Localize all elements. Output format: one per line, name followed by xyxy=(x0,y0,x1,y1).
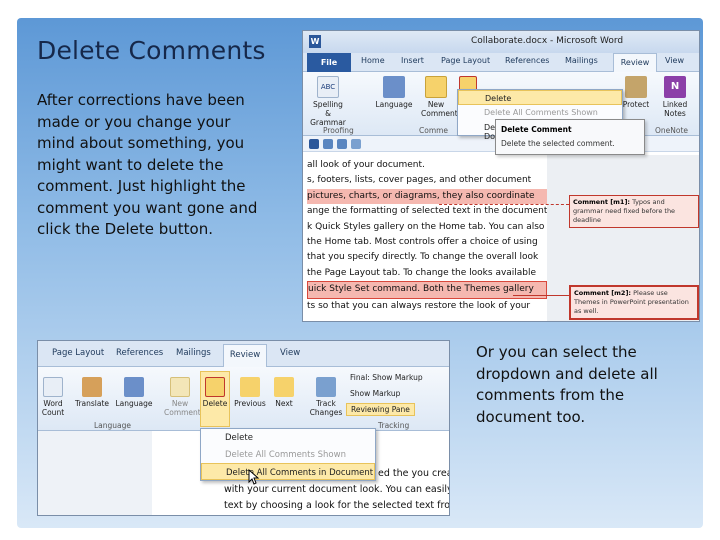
ribbon-review-2: Word Count Translate Language New Commen… xyxy=(38,367,449,431)
doc-line: ed the you create xyxy=(378,468,449,479)
previous-comment-button[interactable]: Previous xyxy=(232,377,268,408)
group-language: Language xyxy=(94,421,132,430)
document-body: all look of your document. s, footers, l… xyxy=(303,155,548,321)
tab-review[interactable]: Review xyxy=(223,344,267,368)
tab-home[interactable]: Home xyxy=(361,56,385,65)
slide-title: Delete Comments xyxy=(37,36,266,65)
ribbon-tabs-2: Page Layout References Mailings Review V… xyxy=(38,341,449,368)
group-comments: Comme xyxy=(419,126,449,135)
word-screenshot-delete-comment: W Collaborate.docx - Microsoft Word File… xyxy=(302,30,700,322)
redo-icon[interactable] xyxy=(337,139,347,149)
onenote-icon: N xyxy=(664,76,686,98)
menu-item-delete[interactable]: Delete xyxy=(458,90,622,105)
spelling-grammar-button[interactable]: ABC Spelling & Grammar xyxy=(309,76,347,127)
language-button[interactable]: Language xyxy=(373,76,415,109)
tab-page-layout[interactable]: Page Layout xyxy=(52,348,104,358)
doc-line: that you specify directly. To change the… xyxy=(307,252,539,263)
protect-button[interactable]: Protect xyxy=(619,76,653,109)
tab-references[interactable]: References xyxy=(505,56,549,65)
document-left-margin xyxy=(38,431,152,515)
tab-view[interactable]: View xyxy=(665,56,684,65)
comment-bubble-1[interactable]: Comment [m1]: Typos and grammar need fix… xyxy=(569,195,699,228)
undo-icon[interactable] xyxy=(323,139,333,149)
menu-item-delete-all-shown[interactable]: Delete All Comments Shown xyxy=(458,105,622,120)
new-comment-icon xyxy=(425,76,447,98)
next-comment-button[interactable]: Next xyxy=(270,377,298,408)
menu-item-delete[interactable]: Delete xyxy=(201,429,375,446)
display-for-review-select[interactable]: Final: Show Markup xyxy=(350,373,423,382)
doc-line: text by choosing a look for the selected… xyxy=(224,500,450,511)
next-icon xyxy=(274,377,294,397)
tab-page-layout[interactable]: Page Layout xyxy=(441,56,490,65)
doc-line: s, footers, lists, cover pages, and othe… xyxy=(307,175,532,186)
slide-body-text-2: Or you can select the dropdown and delet… xyxy=(476,343,658,426)
doc-line-commented: pictures, charts, or diagrams, they also… xyxy=(307,188,547,205)
group-onenote: OneNote xyxy=(655,126,689,135)
language-icon xyxy=(124,377,144,397)
word-count-icon xyxy=(43,377,63,397)
linked-notes-button[interactable]: N Linked Notes xyxy=(655,76,695,118)
tab-view[interactable]: View xyxy=(280,348,300,358)
doc-line: the Home tab. Most controls offer a choi… xyxy=(307,237,538,248)
word-icon xyxy=(309,139,319,149)
doc-line: k Quick Styles gallery on the Home tab. … xyxy=(307,221,545,232)
ribbon-tabs: File Home Insert Page Layout References … xyxy=(303,53,699,73)
print-icon[interactable] xyxy=(351,139,361,149)
new-comment-button[interactable]: New Comment xyxy=(164,377,201,417)
track-changes-button[interactable]: Track Changes xyxy=(308,377,344,417)
track-changes-icon xyxy=(316,377,336,397)
language-icon xyxy=(383,76,405,98)
translate-icon xyxy=(82,377,102,397)
tab-mailings[interactable]: Mailings xyxy=(176,348,211,358)
group-proofing: Proofing xyxy=(323,126,354,135)
reviewing-pane-button[interactable]: Reviewing Pane xyxy=(346,403,415,416)
show-markup-menu[interactable]: Show Markup xyxy=(350,389,400,398)
delete-dropdown-menu-2: Delete Delete All Comments Shown Delete … xyxy=(200,428,376,481)
doc-line-commented-selected: uick Style Set command. Both the Themes … xyxy=(307,281,547,299)
delete-comment-tooltip: Delete Comment Delete the selected comme… xyxy=(495,119,645,155)
lock-icon xyxy=(625,76,647,98)
mouse-cursor-icon xyxy=(248,469,260,485)
word-screenshot-delete-all: Page Layout References Mailings Review V… xyxy=(37,340,450,516)
comment-connector-selected xyxy=(513,295,569,296)
new-comment-icon xyxy=(170,377,190,397)
abc-check-icon: ABC xyxy=(317,76,339,98)
window-titlebar: W Collaborate.docx - Microsoft Word xyxy=(303,31,699,53)
slide-body-text: After corrections have been made or you … xyxy=(37,91,258,238)
doc-line: the Page Layout tab. To change the looks… xyxy=(307,267,537,278)
tab-insert[interactable]: Insert xyxy=(401,56,424,65)
comment-bubble-2[interactable]: Comment [m2]: Please use Themes in Power… xyxy=(569,285,699,320)
doc-line: ange the formatting of selected text in … xyxy=(307,206,548,217)
doc-line: ts so that you can always restore the lo… xyxy=(307,300,531,311)
group-tracking: Tracking xyxy=(378,421,410,430)
tab-file[interactable]: File xyxy=(307,53,351,72)
tab-mailings[interactable]: Mailings xyxy=(565,56,598,65)
doc-line: with your current document look. You can… xyxy=(224,484,450,495)
language-button[interactable]: Language xyxy=(114,377,154,408)
delete-button[interactable]: Delete xyxy=(200,371,230,427)
word-app-icon: W xyxy=(309,35,321,48)
window-title: Collaborate.docx - Microsoft Word xyxy=(471,36,624,46)
comment-connector xyxy=(439,204,569,205)
tab-review[interactable]: Review xyxy=(613,53,657,73)
word-count-button[interactable]: Word Count xyxy=(40,377,66,417)
menu-item-delete-all-document[interactable]: Delete All Comments in Document xyxy=(201,463,375,480)
delete-comment-icon xyxy=(205,377,225,397)
new-comment-button[interactable]: New Comment xyxy=(421,76,458,118)
previous-icon xyxy=(240,377,260,397)
menu-item-delete-all-shown[interactable]: Delete All Comments Shown xyxy=(201,446,375,463)
tab-references[interactable]: References xyxy=(116,348,163,358)
translate-button[interactable]: Translate xyxy=(72,377,112,408)
doc-line: all look of your document. xyxy=(307,160,425,170)
